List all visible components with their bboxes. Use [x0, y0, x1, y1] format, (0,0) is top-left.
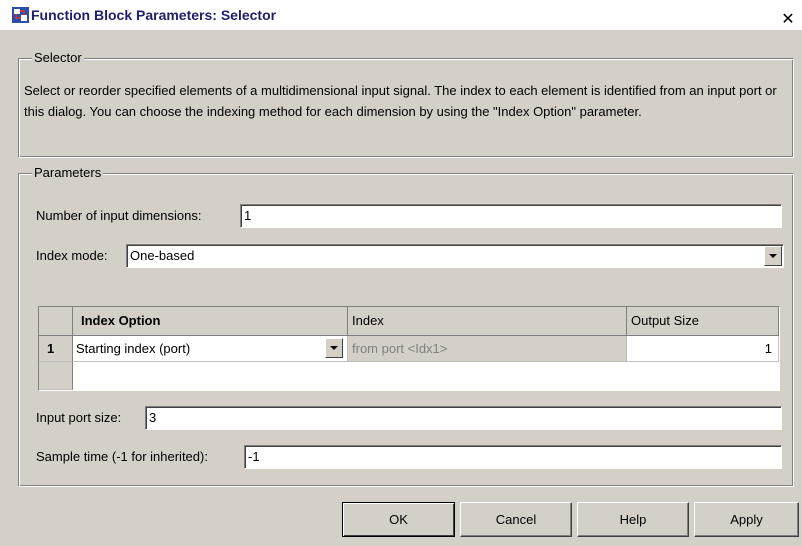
index-mode-value: One-based — [130, 248, 195, 263]
selector-group-legend: Selector — [32, 50, 84, 65]
index-option-value: Starting index (port) — [76, 341, 191, 356]
parameters-group-legend: Parameters — [32, 165, 104, 180]
selector-description: Select or reorder specified elements of … — [24, 83, 777, 119]
ok-button[interactable]: OK — [342, 502, 455, 537]
help-button[interactable]: Help — [577, 502, 689, 537]
index-option-dropdown-button[interactable] — [325, 338, 343, 358]
table-header-output-size: Output Size — [627, 307, 779, 336]
close-icon: ✕ — [781, 11, 795, 28]
index-mode-label: Index mode: — [36, 248, 108, 263]
sample-time-label: Sample time (-1 for inherited): — [36, 449, 208, 464]
table-header-index: Index — [348, 307, 627, 336]
table-row-number: 1 — [39, 336, 73, 362]
index-option-select[interactable]: Starting index (port) — [73, 336, 348, 362]
input-port-size-value: 3 — [149, 410, 157, 425]
index-mode-dropdown-button[interactable] — [764, 246, 782, 266]
simulink-block-icon — [12, 7, 29, 23]
num-dims-label: Number of input dimensions: — [36, 208, 202, 223]
chevron-down-icon — [330, 346, 338, 350]
sample-time-value: -1 — [248, 449, 260, 464]
index-mode-select[interactable]: One-based — [126, 244, 784, 268]
cancel-button[interactable]: Cancel — [460, 502, 572, 537]
table-row-empty-header — [39, 362, 73, 390]
index-cell: from port <Idx1> — [348, 336, 627, 362]
index-table: Index Option Index Output Size 1 Startin… — [38, 306, 780, 391]
sample-time-input[interactable]: -1 — [244, 445, 782, 469]
input-port-size-input[interactable]: 3 — [145, 406, 782, 430]
output-size-cell[interactable]: 1 — [627, 336, 779, 362]
chevron-down-icon — [769, 254, 777, 258]
table-header-index-option: Index Option — [73, 307, 348, 336]
apply-button[interactable]: Apply — [694, 502, 799, 537]
title-bar: Function Block Parameters: Selector ✕ — [0, 0, 802, 30]
table-header-corner — [39, 307, 73, 336]
window-title: Function Block Parameters: Selector — [31, 7, 277, 23]
input-port-size-label: Input port size: — [36, 410, 122, 425]
close-button[interactable]: ✕ — [778, 10, 798, 30]
num-dims-value: 1 — [244, 208, 252, 223]
num-dims-input[interactable]: 1 — [240, 204, 782, 228]
